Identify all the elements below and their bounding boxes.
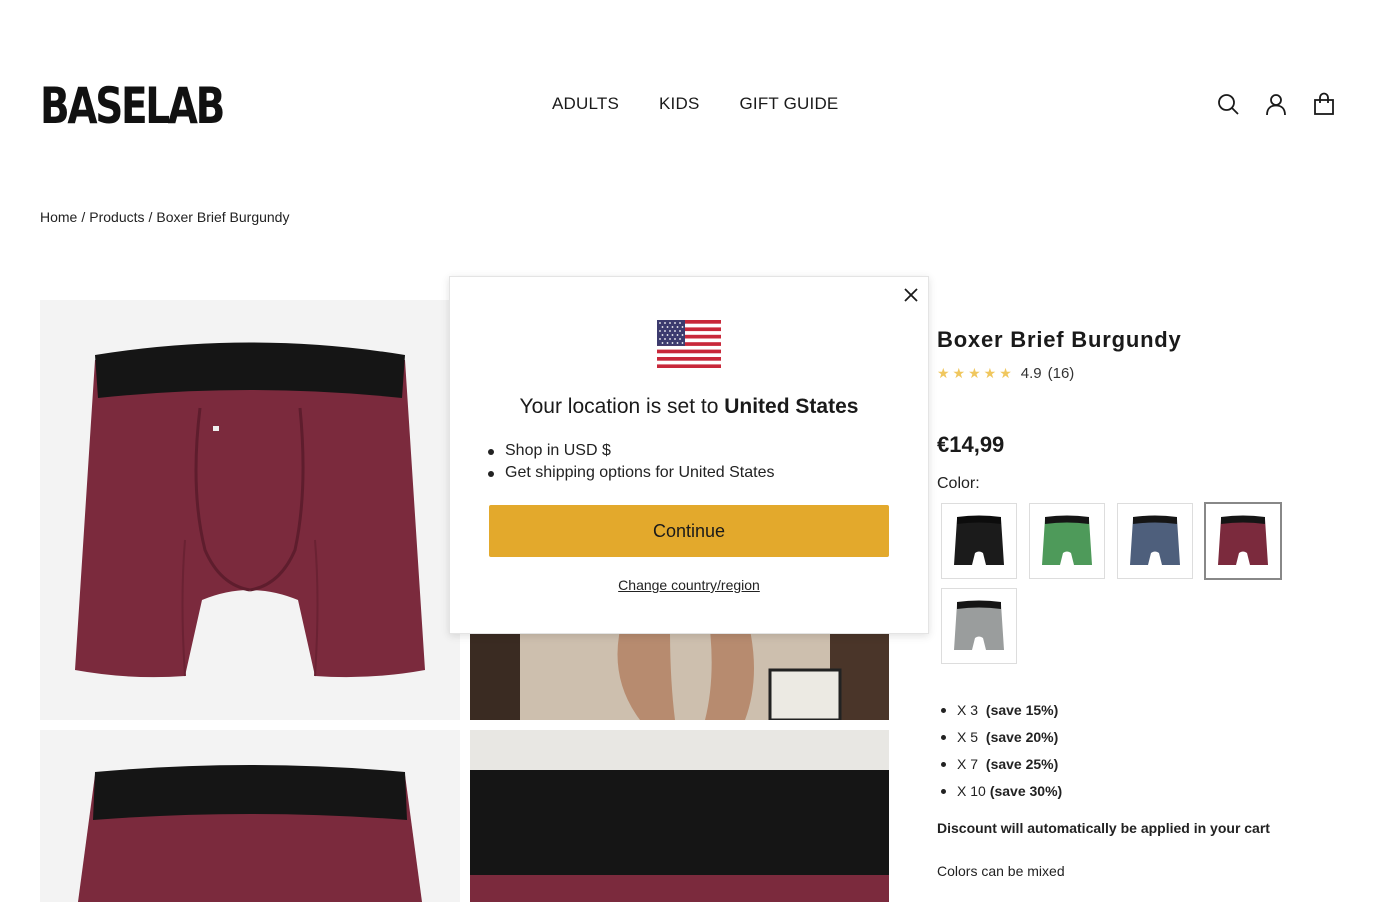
product-rating[interactable]: ★★★★★ 4.9 (16) [937,365,1074,382]
site-header: BASELAB ADULTS KIDS GIFT GUIDE [0,0,1389,200]
modal-country: United States [724,395,859,418]
modal-title: Your location is set to United States [450,395,928,419]
swatch-image [1130,515,1180,565]
bundle-qty: X 5 [957,729,979,745]
product-image-back[interactable] [40,730,460,902]
modal-title-prefix: Your location is set to [519,395,719,418]
nav-kids[interactable]: KIDS [659,94,699,114]
mix-note: Colors can be mixed [937,863,1065,879]
close-icon[interactable] [902,286,920,304]
breadcrumb-home[interactable]: Home [40,209,77,225]
bundle-qty: X 7 [957,756,979,772]
list-item: X 3 (save 15%) [940,702,1062,729]
bundle-save: (save 30%) [989,783,1063,799]
breadcrumb-separator: / [81,209,86,225]
color-swatch-green[interactable] [1029,503,1105,579]
logo[interactable]: BASELAB [40,80,225,132]
bundle-save: (save 15%) [985,702,1059,718]
bundle-save: (save 20%) [985,729,1059,745]
list-item: X 5 (save 20%) [940,729,1062,756]
bundle-save: (save 25%) [985,756,1059,772]
breadcrumb-products[interactable]: Products [89,209,144,225]
header-icons [1216,92,1336,116]
review-count: (16) [1047,365,1075,382]
list-item: Shop in USD $ [488,442,775,464]
breadcrumb: Home / Products / Boxer Brief Burgundy [40,209,289,225]
continue-button[interactable]: Continue [489,505,889,557]
bundle-qty: X 3 [957,702,979,718]
color-swatch-grey[interactable] [941,588,1017,664]
bundle-qty: X 10 [957,783,986,799]
discount-note: Discount will automatically be applied i… [937,820,1270,836]
rating-value: 4.9 [1020,365,1042,382]
product-image-waistband-detail[interactable] [470,730,889,902]
bundle-discount-list: X 3 (save 15%) X 5 (save 20%) X 7 (save … [940,702,1063,810]
nav-adults[interactable]: ADULTS [552,94,619,114]
product-image-front[interactable] [40,300,460,720]
breadcrumb-current: Boxer Brief Burgundy [156,209,290,225]
swatch-image [1042,515,1092,565]
nav-gift-guide[interactable]: GIFT GUIDE [740,94,839,114]
cart-icon[interactable] [1312,92,1336,116]
color-swatch-black[interactable] [941,503,1017,579]
star-rating-icon: ★★★★★ [937,365,1015,381]
product-title: Boxer Brief Burgundy [937,327,1182,352]
list-item: X 10 (save 30%) [940,783,1063,810]
color-label: Color: [937,475,980,492]
us-flag-icon [657,320,721,368]
location-modal: Your location is set to United States Sh… [449,276,929,634]
modal-info-list: Shop in USD $ Get shipping options for U… [488,442,775,486]
list-item: X 7 (save 25%) [940,756,1062,783]
boxer-brief-front-illustration [75,342,425,678]
color-swatch-burgundy[interactable] [1204,502,1282,580]
swatch-image [1218,515,1268,565]
swatch-image [954,515,1004,565]
search-icon[interactable] [1216,92,1240,116]
breadcrumb-separator: / [148,209,153,225]
product-price: €14,99 [937,432,1005,457]
boxer-brief-back-illustration [78,765,422,902]
account-icon[interactable] [1264,92,1288,116]
main-nav: ADULTS KIDS GIFT GUIDE [552,94,838,114]
change-country-link[interactable]: Change country/region [450,577,928,593]
list-item: Get shipping options for United States [488,464,775,486]
swatch-image [954,600,1004,650]
waistband-detail-photo [470,770,889,902]
color-swatch-blue-grey[interactable] [1117,503,1193,579]
